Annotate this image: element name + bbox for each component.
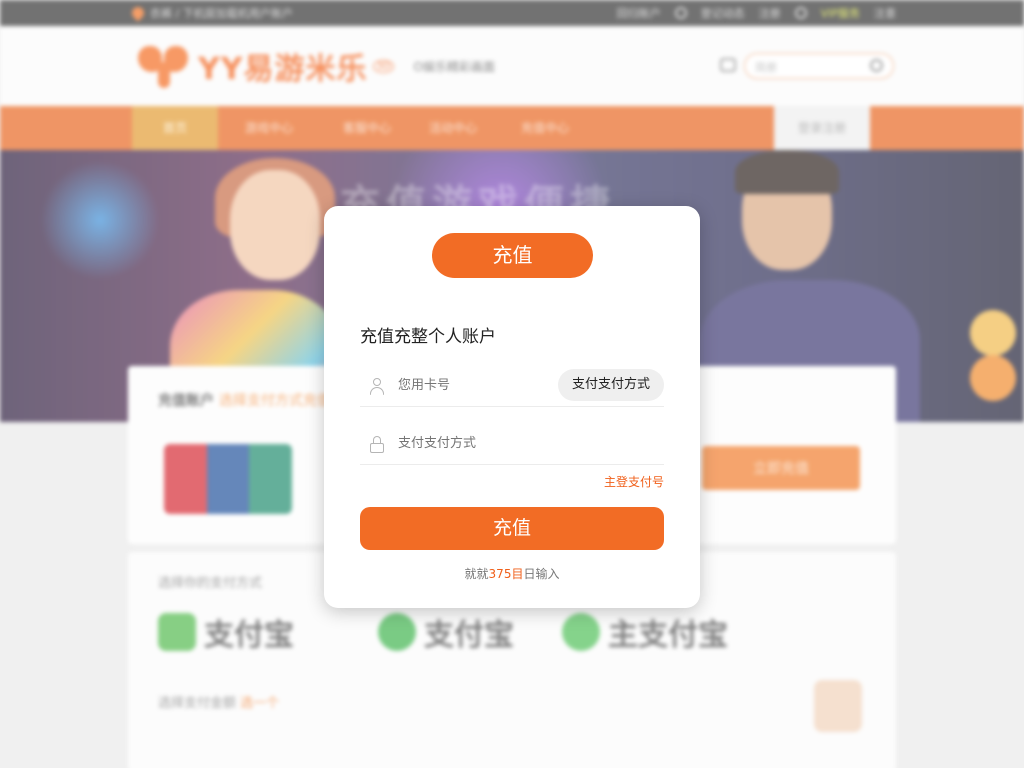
footnote-highlight[interactable]: 375目: [489, 567, 524, 581]
lock-icon: [370, 436, 384, 453]
user-icon: [370, 378, 384, 395]
footnote-suffix: 日输入: [523, 567, 560, 581]
account-link[interactable]: 主登支付号: [604, 473, 664, 490]
payment-method-button[interactable]: 支付支付方式: [557, 369, 664, 401]
footnote: 就就375目日输入: [324, 565, 700, 582]
recharge-submit-button[interactable]: 充值: [360, 507, 664, 550]
payment-method-field[interactable]: [360, 423, 664, 465]
card-number-input[interactable]: [398, 373, 548, 397]
payment-method-input[interactable]: [398, 431, 548, 455]
modal-heading: 充值充整个人账户: [360, 327, 496, 347]
card-number-field[interactable]: 支付支付方式: [360, 365, 664, 407]
footnote-prefix: 就就: [464, 567, 489, 581]
modal-title-pill: 充值: [432, 233, 593, 278]
recharge-modal: 充值 充值充整个人账户 支付支付方式 主登支付号 充值 就就375目日输入: [324, 206, 700, 608]
